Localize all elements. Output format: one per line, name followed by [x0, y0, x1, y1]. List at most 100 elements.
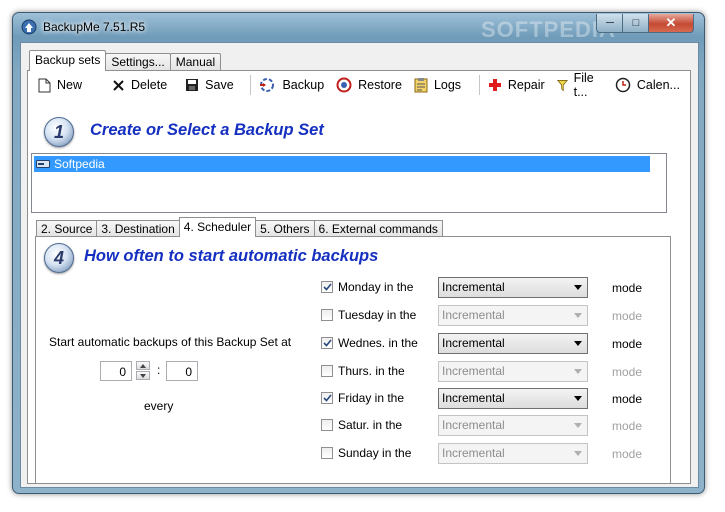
every-label: every — [144, 399, 174, 413]
client-area: Backup sets Settings... Manual New Delet… — [20, 42, 699, 488]
day-label: Sunday in the — [338, 446, 412, 460]
tab-manual[interactable]: Manual — [169, 53, 222, 71]
day-row: Sunday in the Incremental mode — [321, 443, 651, 465]
sub-tab-strip: 2. Source 3. Destination 4. Scheduler 5.… — [36, 217, 443, 237]
time-separator: : — [157, 363, 161, 377]
toolbar-separator — [479, 75, 480, 95]
mode-label: mode — [612, 309, 643, 323]
day-label: Tuesday in the — [338, 308, 417, 322]
backup-mode-select[interactable]: Incremental — [438, 388, 588, 409]
step-1-badge: 1 — [44, 117, 74, 147]
repair-button[interactable]: Repair — [482, 74, 551, 96]
new-button[interactable]: New — [32, 74, 88, 96]
restore-button[interactable]: Restore — [330, 74, 408, 96]
delete-label: Delete — [131, 78, 168, 92]
drive-icon — [36, 160, 50, 168]
repair-label: Repair — [507, 78, 545, 92]
window-title: BackupMe 7.51.R5 — [43, 20, 146, 34]
dropdown-arrow-icon — [574, 313, 582, 318]
day-row: Thurs. in the Incremental mode — [321, 361, 651, 383]
backup-mode-select: Incremental — [438, 361, 588, 382]
hour-up-button[interactable] — [136, 361, 150, 370]
section-4-heading: How often to start automatic backups — [84, 247, 379, 265]
dropdown-arrow-icon — [574, 341, 582, 346]
backup-mode-value: Incremental — [442, 446, 505, 460]
mode-label: mode — [612, 365, 643, 379]
day-label: Monday in the — [338, 280, 414, 294]
logs-clipboard-icon — [414, 78, 428, 93]
day-checkbox[interactable] — [321, 337, 333, 349]
dropdown-arrow-icon — [574, 396, 582, 401]
day-checkbox[interactable] — [321, 309, 333, 321]
save-label: Save — [205, 78, 234, 92]
backup-set-list[interactable]: Softpedia — [31, 153, 667, 213]
backup-mode-select: Incremental — [438, 415, 588, 436]
scheduler-panel: 4 How often to start automatic backups S… — [35, 236, 671, 484]
title-bar[interactable]: BackupMe 7.51.R5 SOFTPEDIA ─ □ ✕ — [13, 13, 704, 42]
backup-mode-value: Incremental — [442, 280, 505, 294]
backup-mode-value: Incremental — [442, 418, 505, 432]
hour-field[interactable]: 0 — [100, 361, 132, 381]
mode-label: mode — [612, 392, 643, 406]
backup-sets-panel: New Delete Save Backup Restore Logs Repa… — [27, 70, 691, 484]
day-row: Monday in the Incremental mode — [321, 277, 651, 299]
section-1-heading: Create or Select a Backup Set — [90, 121, 324, 139]
backup-mode-select[interactable]: Incremental — [438, 333, 588, 354]
backup-mode-select[interactable]: Incremental — [438, 277, 588, 298]
toolbar-separator — [249, 75, 251, 95]
day-row: Wednes. in the Incremental mode — [321, 333, 651, 355]
delete-button[interactable]: Delete — [106, 74, 173, 96]
clock-icon — [615, 77, 631, 93]
check-icon — [322, 283, 332, 291]
restore-label: Restore — [358, 78, 402, 92]
tab-external-commands[interactable]: 6. External commands — [313, 220, 443, 237]
tab-others[interactable]: 5. Others — [255, 220, 315, 237]
spin-down-icon — [140, 373, 146, 378]
tab-destination[interactable]: 3. Destination — [96, 220, 180, 237]
day-checkbox[interactable] — [321, 419, 333, 431]
dropdown-arrow-icon — [574, 451, 582, 456]
backup-button[interactable]: Backup — [252, 74, 330, 96]
hour-down-button[interactable] — [136, 371, 150, 380]
dropdown-arrow-icon — [574, 423, 582, 428]
new-document-icon — [38, 78, 51, 92]
dropdown-arrow-icon — [574, 369, 582, 374]
save-button[interactable]: Save — [179, 74, 240, 96]
backup-mode-value: Incremental — [442, 364, 505, 378]
tab-scheduler[interactable]: 4. Scheduler — [178, 217, 257, 237]
day-label: Thurs. in the — [338, 364, 405, 378]
backup-mode-value: Incremental — [442, 391, 505, 405]
file-filter-label: File t... — [573, 71, 594, 99]
calendar-label: Calen... — [636, 78, 680, 92]
backup-mode-value: Incremental — [442, 308, 505, 322]
maximize-button[interactable]: □ — [622, 14, 650, 33]
start-time-label: Start automatic backups of this Backup S… — [49, 335, 292, 349]
list-item[interactable]: Softpedia — [34, 156, 650, 172]
logs-label: Logs — [433, 78, 462, 92]
mode-label: mode — [612, 337, 643, 351]
day-label: Friday in the — [338, 391, 405, 405]
minimize-button[interactable]: ─ — [596, 14, 624, 33]
minute-field[interactable]: 0 — [166, 361, 198, 381]
day-row: Satur. in the Incremental mode — [321, 415, 651, 437]
file-filter-button[interactable]: File t... — [551, 71, 609, 99]
day-checkbox[interactable] — [321, 365, 333, 377]
tab-backup-sets[interactable]: Backup sets — [29, 50, 107, 71]
day-checkbox[interactable] — [321, 281, 333, 293]
mode-label: mode — [612, 419, 643, 433]
check-icon — [322, 394, 332, 402]
logs-button[interactable]: Logs — [408, 74, 467, 96]
tab-source[interactable]: 2. Source — [36, 220, 98, 237]
day-checkbox[interactable] — [321, 447, 333, 459]
floppy-disk-icon — [186, 79, 199, 91]
step-4-badge: 4 — [44, 243, 74, 273]
calendar-button[interactable]: Calen... — [609, 74, 686, 96]
delete-x-icon — [113, 79, 124, 91]
dropdown-arrow-icon — [574, 285, 582, 290]
backup-icon — [260, 78, 275, 92]
day-checkbox[interactable] — [321, 392, 333, 404]
new-label: New — [57, 78, 83, 92]
mode-label: mode — [612, 447, 643, 461]
tab-settings[interactable]: Settings... — [105, 53, 171, 71]
close-button[interactable]: ✕ — [648, 14, 694, 33]
